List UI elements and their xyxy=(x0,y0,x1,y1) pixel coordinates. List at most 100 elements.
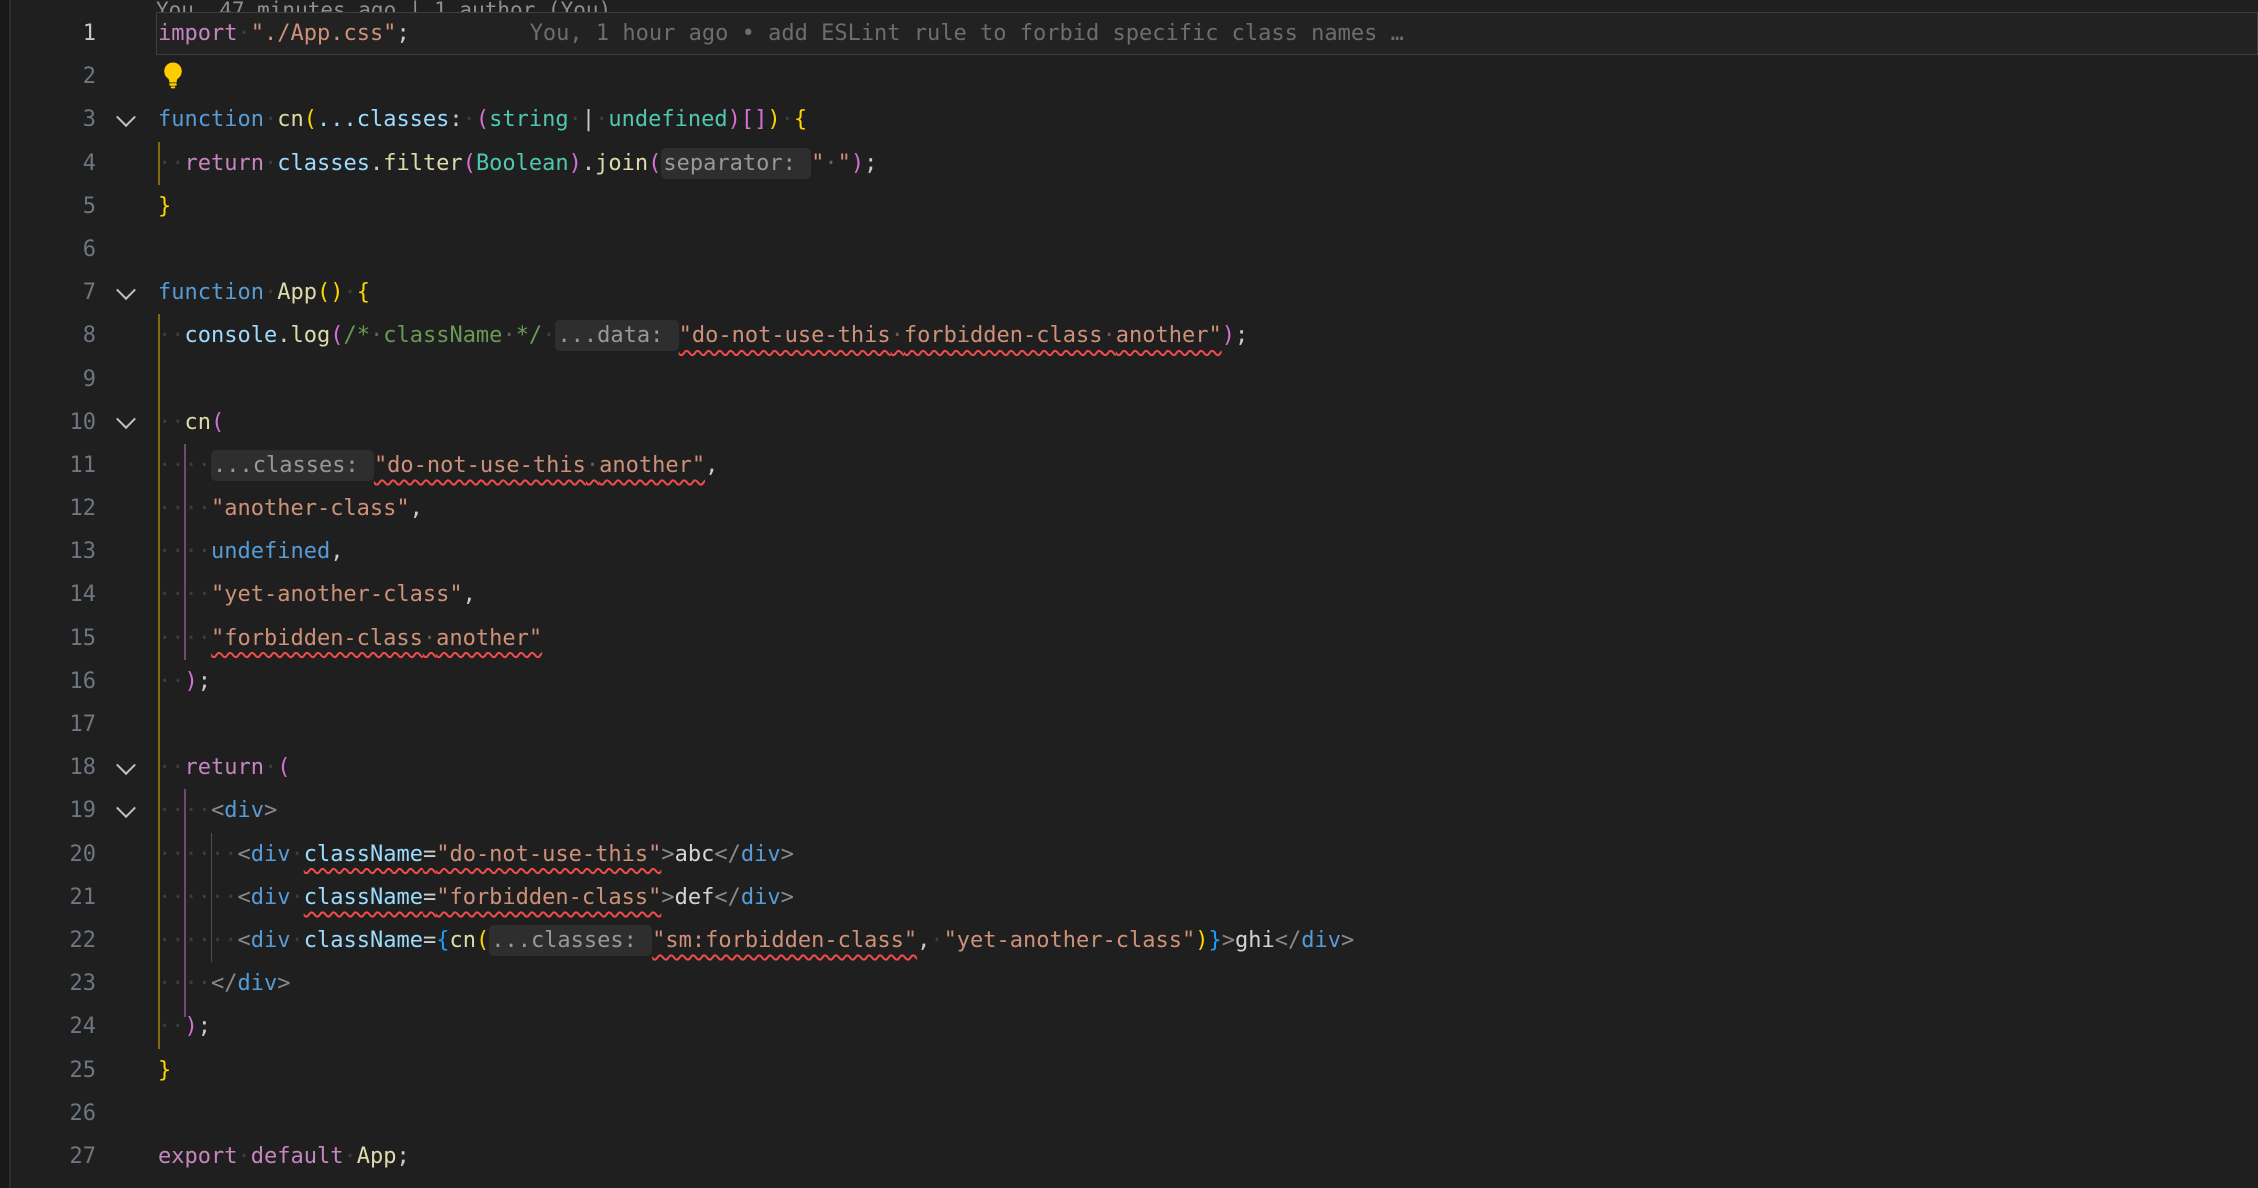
line-number: 5 xyxy=(11,185,96,228)
code-token: ) xyxy=(569,151,582,176)
chevron-down-icon[interactable] xyxy=(116,755,136,775)
code-line-content[interactable]: ··cn( xyxy=(156,401,2258,444)
code-line-content[interactable]: } xyxy=(156,185,2258,228)
editor-lines: 1import·"./App.css";You, 1 hour ago • ad… xyxy=(11,12,2258,1178)
code-token: ) xyxy=(185,1014,198,1039)
code-token: ······ xyxy=(158,885,237,910)
fold-gutter xyxy=(96,358,156,401)
code-line-content[interactable]: ······<div·className={cn(...classes: "sm… xyxy=(156,919,2258,962)
code-line-content[interactable]: ····<div> xyxy=(156,789,2258,832)
code-token: ( xyxy=(648,151,661,176)
code-token: . xyxy=(277,323,290,348)
code-line-content[interactable]: ··return·( xyxy=(156,746,2258,789)
line-number: 16 xyxy=(11,660,96,703)
inlay-hint: separator: xyxy=(661,148,811,179)
chevron-down-icon[interactable] xyxy=(116,798,136,818)
editor-line-22: 22······<div·className={cn(...classes: "… xyxy=(11,919,2258,962)
code-token: = xyxy=(423,842,436,867)
code-line-content[interactable] xyxy=(156,228,2258,271)
code-line-content[interactable]: ······<div·className="do-not-use-this">a… xyxy=(156,833,2258,876)
code-line-content[interactable]: ··console.log(/*·className·*/·...data: "… xyxy=(156,314,2258,357)
code-line-content[interactable]: ····"forbidden-class·another" xyxy=(156,617,2258,660)
code-token: ) xyxy=(1222,323,1235,348)
fold-gutter xyxy=(96,1092,156,1135)
code-token: " xyxy=(838,151,851,176)
code-token: ; xyxy=(1235,323,1248,348)
code-line-content[interactable]: ····...classes: "do-not-use-this·another… xyxy=(156,444,2258,487)
code-token: "do-not-use-this xyxy=(374,453,586,478)
code-line-content[interactable]: ····"yet-another-class", xyxy=(156,573,2258,616)
code-token: "./App.css" xyxy=(251,21,397,46)
code-line-content[interactable]: ··return·classes.filter(Boolean).join(se… xyxy=(156,142,2258,185)
fold-gutter xyxy=(96,573,156,616)
code-line-content[interactable]: export·default·App; xyxy=(156,1135,2258,1178)
code-line-content[interactable]: ··); xyxy=(156,660,2258,703)
indent-guide xyxy=(184,789,186,832)
chevron-down-icon[interactable] xyxy=(116,280,136,300)
indent-guide xyxy=(158,1005,160,1048)
fold-gutter xyxy=(96,617,156,660)
line-number: 18 xyxy=(11,746,96,789)
line-number: 9 xyxy=(11,358,96,401)
chevron-down-icon[interactable] xyxy=(116,410,136,430)
code-line-content[interactable] xyxy=(156,55,2258,98)
code-token: ; xyxy=(864,151,877,176)
code-token: > xyxy=(781,885,794,910)
code-token: import xyxy=(158,21,237,46)
code-token: abc xyxy=(675,842,715,867)
code-line-content[interactable] xyxy=(156,358,2258,401)
code-token: · xyxy=(264,151,277,176)
code-token: · xyxy=(595,107,608,132)
code-editor[interactable]: You, 47 minutes ago | 1 author (You) 1im… xyxy=(11,12,2258,1178)
eslint-error-squiggle: className="do-not-use-this" xyxy=(304,842,662,867)
fold-gutter xyxy=(96,401,156,444)
code-token: App xyxy=(357,1144,397,1169)
code-token: ) xyxy=(728,107,741,132)
editor-line-16: 16 ··); xyxy=(11,660,2258,703)
editor-line-25: 25} xyxy=(11,1049,2258,1092)
code-line-content[interactable]: import·"./App.css";You, 1 hour ago • add… xyxy=(156,12,2258,55)
code-token: · xyxy=(290,928,303,953)
code-token: · xyxy=(423,626,436,651)
code-token: { xyxy=(436,928,449,953)
code-token: "do-not-use-this" xyxy=(436,842,661,867)
code-token: [] xyxy=(741,107,768,132)
code-line-content[interactable]: ····undefined, xyxy=(156,530,2258,573)
editor-line-6: 6 xyxy=(11,228,2258,271)
chevron-down-icon[interactable] xyxy=(116,107,136,127)
code-token: . xyxy=(370,151,383,176)
code-token: return xyxy=(185,755,264,780)
code-token: , xyxy=(917,928,930,953)
code-line-content[interactable]: ··); xyxy=(156,1005,2258,1048)
line-number: 4 xyxy=(11,142,96,185)
code-token: > xyxy=(264,798,277,823)
code-token: def xyxy=(675,885,715,910)
code-line-content[interactable]: function·cn(...classes:·(string·|·undefi… xyxy=(156,98,2258,141)
code-token: div xyxy=(251,842,291,867)
fold-gutter xyxy=(96,530,156,573)
code-token: </ xyxy=(211,971,238,996)
code-token: className xyxy=(383,323,502,348)
code-line-content[interactable]: } xyxy=(156,1049,2258,1092)
sidebar-edge xyxy=(0,0,11,1188)
editor-line-19: 19····<div> xyxy=(11,789,2258,832)
fold-gutter xyxy=(96,487,156,530)
code-token: "do-not-use-this xyxy=(679,323,891,348)
code-token: ) xyxy=(1195,928,1208,953)
line-number: 17 xyxy=(11,703,96,746)
code-token: ghi xyxy=(1235,928,1275,953)
code-line-content[interactable]: ····"another-class", xyxy=(156,487,2258,530)
code-line-content[interactable]: ······<div·className="forbidden-class">d… xyxy=(156,876,2258,919)
lightbulb-icon[interactable] xyxy=(158,60,188,90)
code-token: = xyxy=(423,885,436,910)
code-token: ·· xyxy=(158,755,185,780)
code-line-content[interactable] xyxy=(156,703,2258,746)
code-token: : xyxy=(449,107,462,132)
code-line-content[interactable] xyxy=(156,1092,2258,1135)
code-token: · xyxy=(586,453,599,478)
code-line-content[interactable]: ····</div> xyxy=(156,962,2258,1005)
code-token: < xyxy=(237,885,250,910)
code-line-content[interactable]: function·App()·{ xyxy=(156,271,2258,314)
indent-guide xyxy=(184,833,186,876)
code-token: filter xyxy=(383,151,462,176)
